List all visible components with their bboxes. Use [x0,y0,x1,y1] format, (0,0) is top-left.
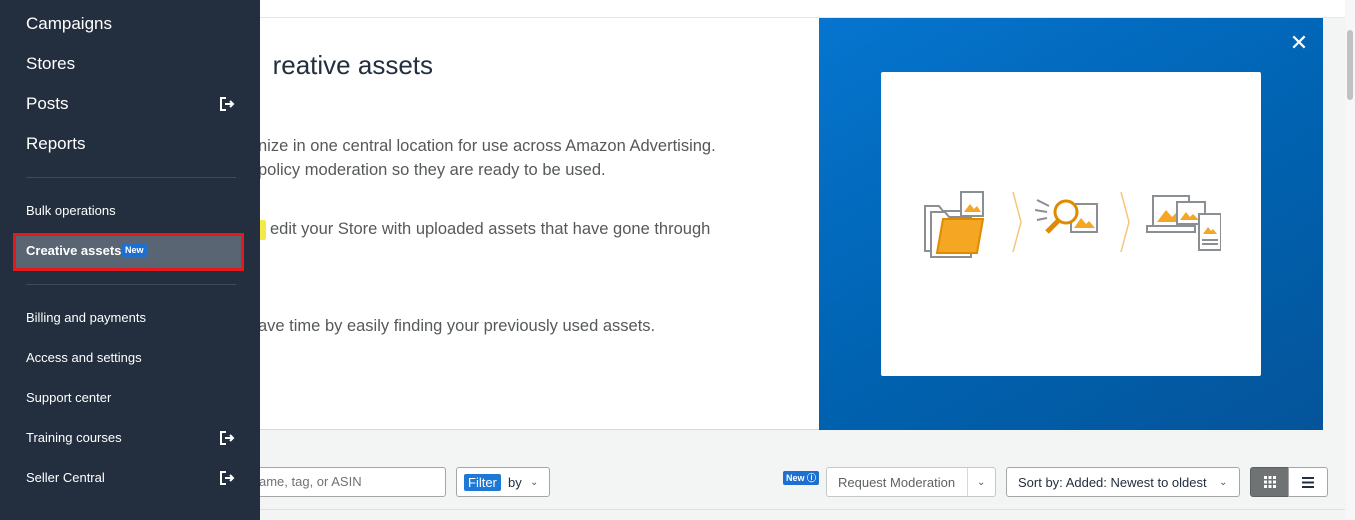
sidebar: Campaigns Stores Posts Reports Bulk oper… [0,0,260,520]
sidebar-item-campaigns[interactable]: Campaigns [26,14,112,34]
sidebar-item-bulk-operations[interactable]: Bulk operations [26,203,116,218]
promo-illustration [881,72,1261,376]
scrollbar-thumb[interactable] [1347,30,1353,100]
new-badge: New ⓘ [783,471,820,485]
intro-text-line-4: ave time by easily finding your previous… [258,317,656,335]
chevron-down-icon[interactable]: ⌄ [977,478,985,488]
sidebar-item-reports[interactable]: Reports [26,134,86,154]
search-input-value: ame, tag, or ASIN [259,474,362,489]
external-link-icon [220,431,235,445]
request-moderation-label: Request Moderation [838,475,956,490]
button-divider [967,468,968,496]
devices-icon [1146,195,1221,251]
list-view-icon [1302,477,1314,488]
sidebar-item-access-settings[interactable]: Access and settings [26,350,142,365]
sidebar-item-billing[interactable]: Billing and payments [26,310,146,325]
grid-view-button[interactable] [1250,467,1289,497]
intro-text-line-3: edit your Store with uploaded assets tha… [270,220,711,238]
review-magnifier-icon [1034,199,1098,234]
list-view-button[interactable] [1288,467,1328,497]
filter-by-label: by [508,475,522,490]
filter-button[interactable]: Filter by ⌄ [456,467,550,497]
sidebar-item-training-courses[interactable]: Training courses [26,430,122,445]
sidebar-item-creative-assets-label[interactable]: Creative assets [26,243,121,258]
sidebar-item-seller-central[interactable]: Seller Central [26,470,105,485]
external-link-icon [220,471,235,485]
external-link-icon [220,97,235,111]
sidebar-item-posts[interactable]: Posts [26,94,69,114]
chevron-down-icon: ⌄ [1219,477,1228,488]
sidebar-item-support-center[interactable]: Support center [26,390,111,405]
close-icon[interactable]: ✕ [1287,31,1311,55]
sort-dropdown[interactable]: Sort by: Added: Newest to oldest ⌄ [1006,467,1240,497]
asset-search-input[interactable]: ame, tag, or ASIN [240,467,446,497]
intro-text-line-1: nize in one central location for use acr… [258,137,716,155]
sidebar-item-stores[interactable]: Stores [26,54,75,74]
intro-text-line-2: policy moderation so they are ready to b… [258,161,606,179]
chevron-down-icon: ⌄ [530,477,539,488]
sort-label: Sort by: Added: Newest to oldest [1018,475,1207,490]
grid-view-icon [1264,476,1276,488]
filter-tag: Filter [464,474,501,491]
upload-folder-icon [924,191,985,258]
sidebar-divider [26,177,236,178]
new-badge: New [122,243,147,257]
sidebar-divider [26,284,236,285]
request-moderation-button[interactable]: Request Moderation ⌄ [826,467,996,497]
